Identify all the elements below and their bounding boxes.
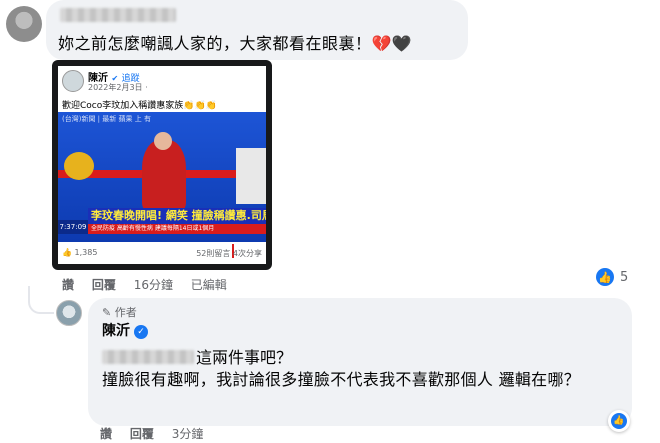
post-avatar [62, 70, 84, 92]
reply-text-line1: 這兩件事吧？ [102, 344, 292, 368]
verified-icon: ✓ [134, 325, 148, 339]
tv-headline: 李玟春晚開唱! 網笑 撞臉稱讚惠.司馬玉嬌 [88, 208, 266, 224]
comment-actions: 讚 回覆 16分鐘 已編輯 [62, 276, 241, 293]
blurred-commenter-name[interactable] [60, 8, 176, 22]
singer-head [154, 132, 172, 150]
reply-bubble: ✎ 作者 陳沂 ✓ 這兩件事吧？ 撞臉很有趣啊，我討論很多撞臉不代表我不喜歡那個人… [88, 298, 632, 426]
comment-attachment-image[interactable]: 陳沂 ✔ 追蹤 2022年2月3日 · 歡迎Coco李玟加入稱讚惠家族👏👏👏 (… [52, 60, 272, 270]
thread-line [28, 286, 54, 314]
blurred-text [102, 350, 194, 364]
tv-clock: 7:37:09 [58, 220, 88, 234]
commenter-avatar[interactable] [6, 6, 42, 42]
post-footer: 👍 1,385 52則留言 4次分享 [62, 244, 262, 262]
tv-ticker: 全民防疫 高齡有慢性病 建議每隔14日或1個月 [88, 224, 266, 234]
tv-status-bar: (台灣)新聞 | 最新 蘋果 上 有 [62, 115, 151, 123]
comment-text: 妳之前怎麼嘲諷人家的，大家都看在眼裏！💔🖤 [58, 34, 413, 53]
post-caption: 歡迎Coco李玟加入稱讚惠家族👏👏👏 [62, 101, 217, 111]
reply-reaction[interactable]: 👍 [608, 410, 630, 432]
singer-figure [142, 140, 186, 210]
like-link[interactable]: 讚 [62, 278, 74, 292]
comment-bubble: 妳之前怎麼嘲諷人家的，大家都看在眼裏！💔🖤 [46, 0, 468, 60]
reply-author[interactable]: 陳沂 ✓ [102, 320, 148, 340]
timestamp[interactable]: 3分鐘 [172, 427, 204, 441]
reply-text-line2: 撞臉很有趣啊，我討論很多撞臉不代表我不喜歡那個人 邏輯在哪？ [102, 370, 581, 389]
reaction-summary[interactable]: 👍 5 [596, 268, 628, 286]
reply-avatar[interactable] [56, 300, 82, 326]
post-likes: 👍 1,385 [62, 248, 98, 257]
thumbs-up-icon: 👍 [596, 268, 614, 286]
reply-actions: 讚 回覆 3分鐘 [100, 425, 217, 442]
timestamp[interactable]: 16分鐘 [134, 278, 173, 292]
news-broadcast-frame: (台灣)新聞 | 最新 蘋果 上 有 李玟春晚開唱! 網笑 撞臉稱讚惠.司馬玉嬌… [58, 112, 266, 242]
reply-link[interactable]: 回覆 [92, 278, 116, 292]
lion-decoration [64, 152, 94, 180]
edited-label[interactable]: 已編輯 [191, 278, 227, 292]
side-panel [236, 148, 266, 204]
like-link[interactable]: 讚 [100, 427, 112, 441]
embedded-post: 陳沂 ✔ 追蹤 2022年2月3日 · 歡迎Coco李玟加入稱讚惠家族👏👏👏 (… [58, 66, 266, 264]
post-date: 2022年2月3日 · [88, 83, 148, 92]
post-counts: 52則留言 4次分享 [196, 249, 262, 258]
reply-link[interactable]: 回覆 [130, 427, 154, 441]
reaction-count: 5 [620, 269, 629, 285]
author-tag: ✎ 作者 [102, 306, 137, 319]
thumbs-up-icon: 👍 [611, 413, 627, 429]
